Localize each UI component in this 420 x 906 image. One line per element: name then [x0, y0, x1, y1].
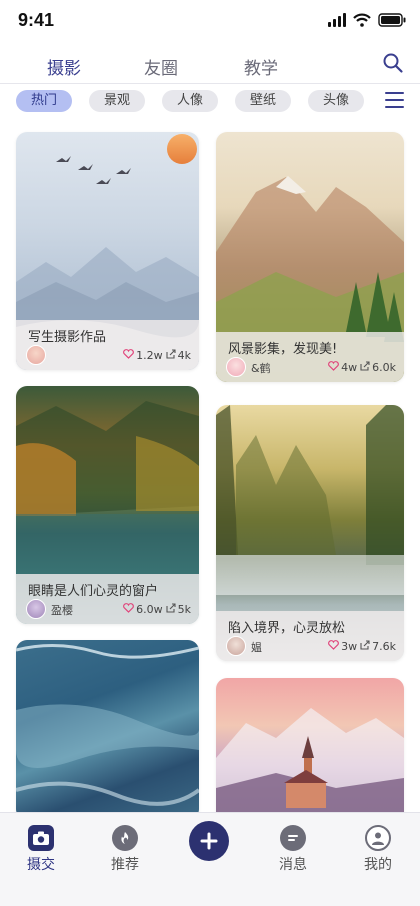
photo-card[interactable]: 眼睛是人们心灵的窗户 盈樱 6.0w 5k	[16, 386, 199, 624]
card-title: 写生摄影作品	[28, 330, 107, 345]
status-bar: 9:41	[0, 0, 420, 44]
battery-icon	[378, 13, 406, 27]
nav-label: 推荐	[111, 857, 139, 873]
status-time: 9:41	[18, 10, 55, 30]
bottom-navigation: 摄交 推荐 消息 我的	[0, 812, 420, 906]
recommend-icon	[112, 825, 138, 851]
nav-item-messages[interactable]: 消息	[263, 825, 323, 874]
photo-card[interactable]: 写生摄影作品 1.2w 4k	[16, 132, 199, 370]
card-stats: 3w 7.6k	[328, 640, 396, 653]
avatar[interactable]	[26, 599, 46, 619]
search-icon[interactable]	[382, 52, 404, 78]
chip-landscape[interactable]: 景观	[89, 90, 145, 112]
chip-wallpaper[interactable]: 壁纸	[235, 90, 291, 112]
photo-card[interactable]	[16, 640, 199, 812]
sun-decoration	[167, 134, 197, 164]
nav-label: 我的	[364, 857, 392, 873]
card-footer: 写生摄影作品 1.2w 4k	[16, 320, 199, 370]
menu-icon[interactable]	[385, 92, 404, 113]
add-icon	[200, 832, 218, 850]
like-count: 6.0w	[136, 603, 163, 616]
share-icon[interactable]	[165, 603, 176, 616]
profile-icon	[365, 825, 391, 851]
card-footer: 陷入境界，心灵放松 媪 3w 7.6k	[216, 611, 404, 661]
share-count: 7.6k	[372, 640, 396, 653]
card-author[interactable]: 媪	[251, 639, 262, 655]
share-icon[interactable]	[165, 349, 176, 362]
nav-item-recommend[interactable]: 推荐	[95, 825, 155, 874]
share-count: 5k	[177, 603, 191, 616]
tab-teaching[interactable]: 教学	[244, 54, 278, 79]
tab-photography[interactable]: 摄影	[47, 54, 81, 79]
status-icons	[328, 13, 406, 27]
add-post-button[interactable]	[189, 821, 229, 861]
tab-friends[interactable]: 友圈	[144, 54, 178, 79]
photo-card[interactable]: 陷入境界，心灵放松 媪 3w 7.6k	[216, 405, 404, 661]
chip-portrait[interactable]: 人像	[162, 90, 218, 112]
category-chips: 热门 景观 人像 壁纸 头像	[0, 88, 420, 116]
share-count: 6.0k	[372, 361, 396, 374]
photo-image	[16, 640, 199, 812]
like-count: 3w	[341, 640, 358, 653]
wifi-icon	[353, 13, 371, 27]
chip-avatar[interactable]: 头像	[308, 90, 364, 112]
card-footer: 风景影集，发现美! &鹤 4w 6.0k	[216, 332, 404, 382]
share-icon[interactable]	[359, 640, 370, 653]
like-count: 4w	[341, 361, 358, 374]
nav-item-profile[interactable]: 我的	[348, 825, 408, 874]
card-stats: 6.0w 5k	[123, 603, 191, 616]
card-stats: 1.2w 4k	[123, 349, 191, 362]
card-stats: 4w 6.0k	[328, 361, 396, 374]
avatar[interactable]	[226, 636, 246, 656]
card-title: 陷入境界，心灵放松	[228, 621, 346, 636]
heart-icon[interactable]	[123, 603, 135, 616]
camera-icon	[28, 825, 54, 851]
top-tab-bar: 摄影 友圈 教学	[0, 44, 420, 84]
photo-card[interactable]: 风景影集，发现美! &鹤 4w 6.0k	[216, 132, 404, 382]
card-title: 风景影集，发现美!	[228, 342, 338, 357]
photo-feed: 写生摄影作品 1.2w 4k 风景影集，发现美! &鹤 4w 6.0k 眼睛是人…	[0, 120, 420, 812]
like-count: 1.2w	[136, 349, 163, 362]
card-author[interactable]: 盈樱	[51, 602, 73, 618]
heart-icon[interactable]	[328, 640, 340, 653]
avatar[interactable]	[26, 345, 46, 365]
share-count: 4k	[177, 349, 191, 362]
card-author[interactable]: &鹤	[251, 360, 271, 376]
nav-label: 摄交	[27, 857, 55, 873]
share-icon[interactable]	[359, 361, 370, 374]
photo-image	[216, 678, 404, 812]
message-icon	[280, 825, 306, 851]
cellular-signal-icon	[328, 13, 346, 27]
photo-card[interactable]	[216, 678, 404, 812]
nav-item-photo-social[interactable]: 摄交	[11, 825, 71, 874]
heart-icon[interactable]	[328, 361, 340, 374]
avatar[interactable]	[226, 357, 246, 377]
heart-icon[interactable]	[123, 349, 135, 362]
card-title: 眼睛是人们心灵的窗户	[28, 584, 159, 599]
card-footer: 眼睛是人们心灵的窗户 盈樱 6.0w 5k	[16, 574, 199, 624]
chip-hot[interactable]: 热门	[16, 90, 72, 112]
nav-label: 消息	[279, 857, 307, 873]
